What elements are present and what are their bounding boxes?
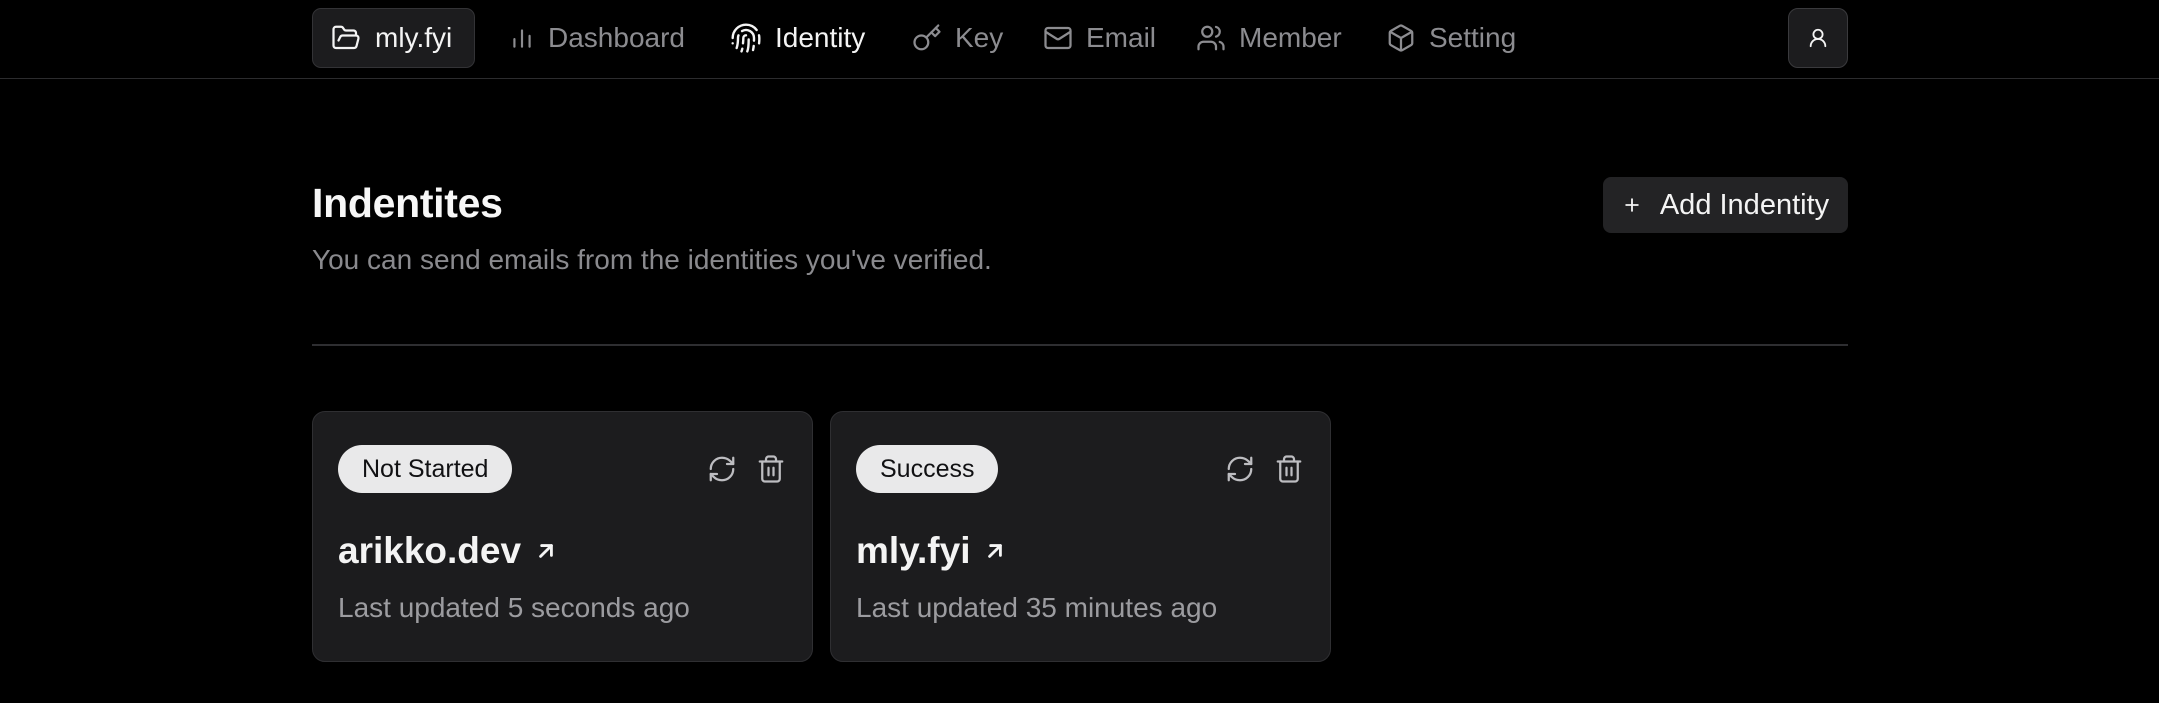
refresh-icon (707, 454, 737, 484)
nav-item-setting[interactable]: Setting (1386, 12, 1516, 64)
nav-label: Member (1239, 22, 1342, 53)
status-badge: Not Started (338, 445, 513, 493)
arrow-up-right-icon (533, 538, 559, 564)
user-menu-button[interactable] (1788, 8, 1848, 68)
identity-card: Success mly.fyi Last updated 35 minutes … (830, 411, 1331, 662)
section-divider (312, 344, 1848, 346)
users-icon (1196, 23, 1226, 53)
nav-item-member[interactable]: Member (1196, 12, 1342, 64)
bar-chart-icon (509, 25, 535, 51)
folder-open-icon (331, 23, 361, 53)
refresh-button[interactable] (1224, 452, 1256, 486)
nav-item-dashboard[interactable]: Dashboard (509, 12, 685, 64)
nav-item-identity[interactable]: Identity (730, 12, 865, 64)
refresh-button[interactable] (706, 452, 738, 486)
status-badge: Success (856, 445, 999, 493)
identity-domain: arikko.dev (338, 530, 522, 571)
identity-domain-link[interactable]: arikko.dev (338, 530, 559, 572)
trash-icon (1274, 454, 1304, 484)
refresh-icon (1225, 454, 1255, 484)
project-switcher-button[interactable]: mly.fyi (312, 8, 476, 68)
page-subtitle: You can send emails from the identities … (312, 244, 992, 275)
card-actions (706, 452, 787, 486)
fingerprint-icon (730, 22, 762, 54)
nav-label: Email (1086, 22, 1157, 53)
nav-label: Key (955, 22, 1004, 53)
user-icon (1807, 27, 1829, 49)
delete-button[interactable] (755, 452, 787, 486)
card-actions (1224, 452, 1305, 486)
nav-label: Identity (775, 22, 866, 53)
top-navigation: mly.fyi Dashboard Identity Key Email Mem… (0, 0, 2159, 79)
plus-icon (1622, 195, 1642, 215)
project-name: mly.fyi (375, 22, 453, 53)
mail-icon (1043, 23, 1073, 53)
last-updated: Last updated 35 minutes ago (856, 592, 1218, 623)
identity-domain-link[interactable]: mly.fyi (856, 530, 1008, 572)
arrow-up-right-icon (982, 538, 1008, 564)
last-updated: Last updated 5 seconds ago (338, 592, 690, 623)
add-identity-label: Add Indentity (1659, 188, 1830, 221)
nav-label: Setting (1429, 22, 1517, 53)
nav-item-key[interactable]: Key (912, 12, 1003, 64)
identity-card: Not Started arikko.dev Last updated 5 se… (312, 411, 813, 662)
box-icon (1386, 23, 1416, 53)
trash-icon (756, 454, 786, 484)
nav-item-email[interactable]: Email (1043, 12, 1156, 64)
page-title: Indentites (312, 180, 503, 226)
add-identity-button[interactable]: Add Indentity (1603, 177, 1848, 233)
key-icon (912, 23, 942, 53)
delete-button[interactable] (1273, 452, 1305, 486)
identity-domain: mly.fyi (856, 530, 971, 571)
nav-label: Dashboard (548, 22, 685, 53)
